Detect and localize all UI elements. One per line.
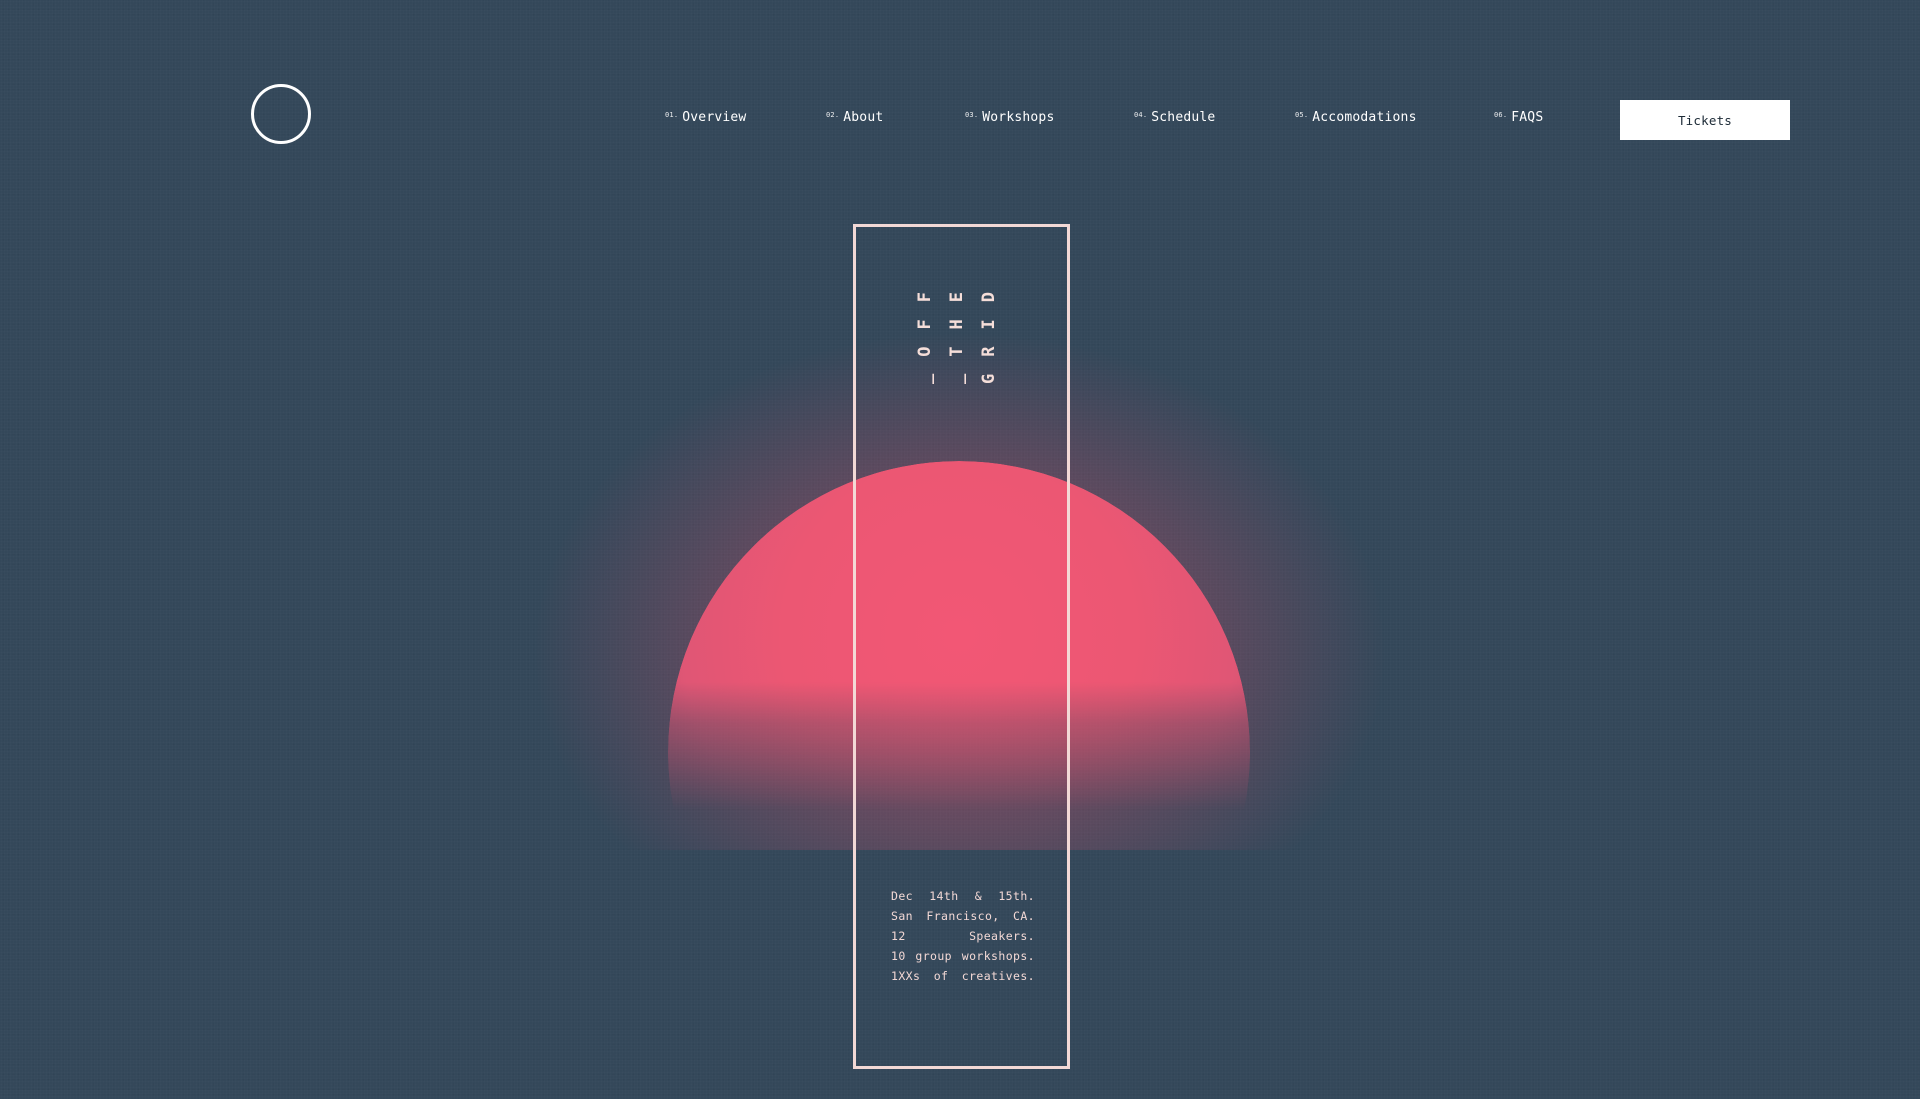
nav-number: 03.	[965, 111, 979, 119]
nav-item-workshops[interactable]: 03. Workshops	[965, 110, 1055, 126]
nav-label: Schedule	[1151, 110, 1216, 125]
nav-item-overview[interactable]: 01. Overview	[665, 110, 746, 126]
detail-word: workshops.	[961, 949, 1035, 963]
nav-item-about[interactable]: 02. About	[826, 110, 883, 126]
detail-word: CA.	[1013, 909, 1035, 923]
detail-word: Dec	[891, 889, 913, 903]
title-word-grid: GRID	[979, 275, 999, 384]
event-details: Dec 14th & 15th. San Francisco, CA. 12 S…	[891, 886, 1035, 986]
detail-word: 1XXs	[891, 969, 921, 983]
detail-word: 12	[891, 929, 906, 943]
detail-word: 14th	[929, 889, 959, 903]
detail-word: 15th.	[998, 889, 1035, 903]
nav-item-schedule[interactable]: 04. Schedule	[1134, 110, 1215, 126]
detail-word: Speakers.	[969, 929, 1035, 943]
detail-creatives: 1XXs of creatives.	[891, 966, 1035, 986]
nav-number: 01.	[665, 111, 679, 119]
nav-item-faqs[interactable]: 06. FAQS	[1494, 110, 1543, 126]
detail-word: San	[891, 909, 913, 923]
detail-workshops: 10 group workshops.	[891, 946, 1035, 966]
nav-item-accomodations[interactable]: 05. Accomodations	[1295, 110, 1417, 126]
nav-number: 02.	[826, 111, 840, 119]
nav-number: 05.	[1295, 111, 1309, 119]
detail-date: Dec 14th & 15th.	[891, 886, 1035, 906]
title-word-the: _THE	[947, 275, 967, 384]
detail-location: San Francisco, CA.	[891, 906, 1035, 926]
detail-speakers: 12 Speakers.	[891, 926, 1035, 946]
detail-word: Francisco,	[926, 909, 1000, 923]
nav-number: 06.	[1494, 111, 1508, 119]
landing-page: 01. Overview 02. About 03. Workshops 04.…	[0, 0, 1920, 1099]
nav-label: Overview	[682, 110, 747, 125]
event-title: _OFF _THE GRID	[915, 275, 999, 384]
nav-label: Accomodations	[1312, 110, 1417, 125]
detail-word: group	[915, 949, 953, 963]
detail-word: &	[974, 889, 983, 903]
nav-label: Workshops	[982, 110, 1055, 125]
detail-word: creatives.	[961, 969, 1035, 983]
title-word-off: _OFF	[915, 275, 935, 384]
detail-word: of	[933, 969, 949, 983]
tickets-button[interactable]: Tickets	[1620, 100, 1790, 140]
nav-label: About	[843, 110, 884, 125]
detail-word: 10	[891, 949, 906, 963]
nav-label: FAQS	[1511, 110, 1544, 125]
nav-number: 04.	[1134, 111, 1148, 119]
